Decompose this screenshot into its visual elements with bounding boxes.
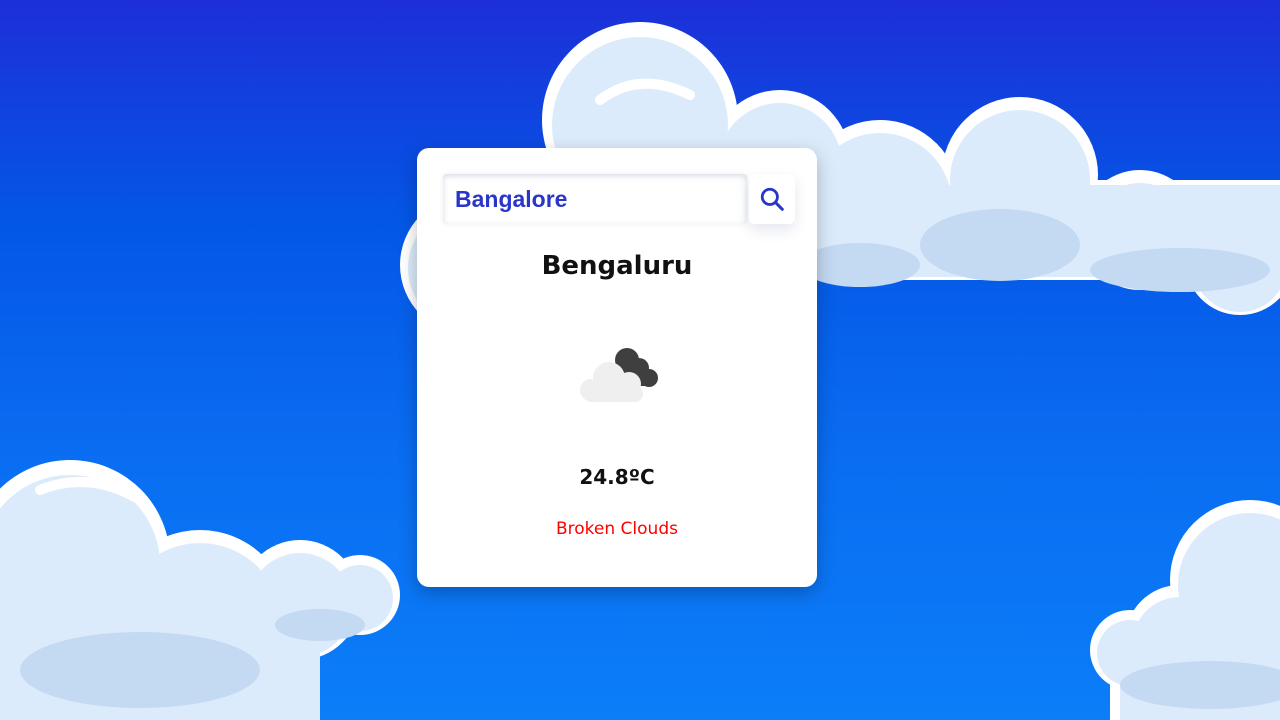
- search-button[interactable]: [749, 174, 795, 224]
- city-name: Bengaluru: [541, 251, 693, 281]
- weather-card: Bengaluru 24.8ºC Broken Clouds: [417, 148, 817, 587]
- cloud-bottom-right: [1090, 500, 1280, 720]
- cloud-bottom-left: [0, 460, 400, 720]
- broken-clouds-icon: [580, 348, 658, 402]
- weather-description: Broken Clouds: [556, 519, 678, 539]
- search-input[interactable]: [443, 174, 747, 224]
- temperature: 24.8ºC: [579, 465, 655, 489]
- search-icon: [760, 187, 784, 211]
- search-bar: [443, 174, 795, 224]
